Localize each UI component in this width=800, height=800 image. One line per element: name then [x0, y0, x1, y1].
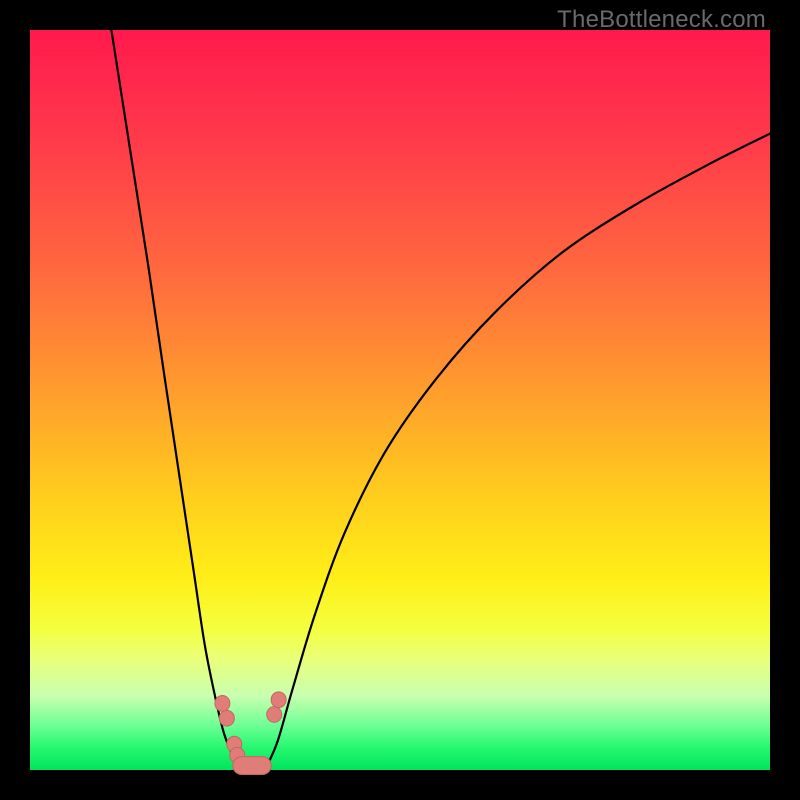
data-point: [215, 696, 230, 712]
series-left-branch: [111, 30, 240, 766]
chart-svg: [30, 30, 770, 770]
plot-area: [30, 30, 770, 770]
chart-frame: TheBottleneck.com: [0, 0, 800, 800]
series-right-branch: [267, 134, 770, 767]
curve-group: [111, 30, 770, 766]
bottom-pill: [233, 757, 271, 775]
data-point: [271, 692, 286, 708]
marker-group: [215, 692, 286, 775]
data-point: [219, 710, 234, 726]
data-point: [267, 707, 282, 723]
